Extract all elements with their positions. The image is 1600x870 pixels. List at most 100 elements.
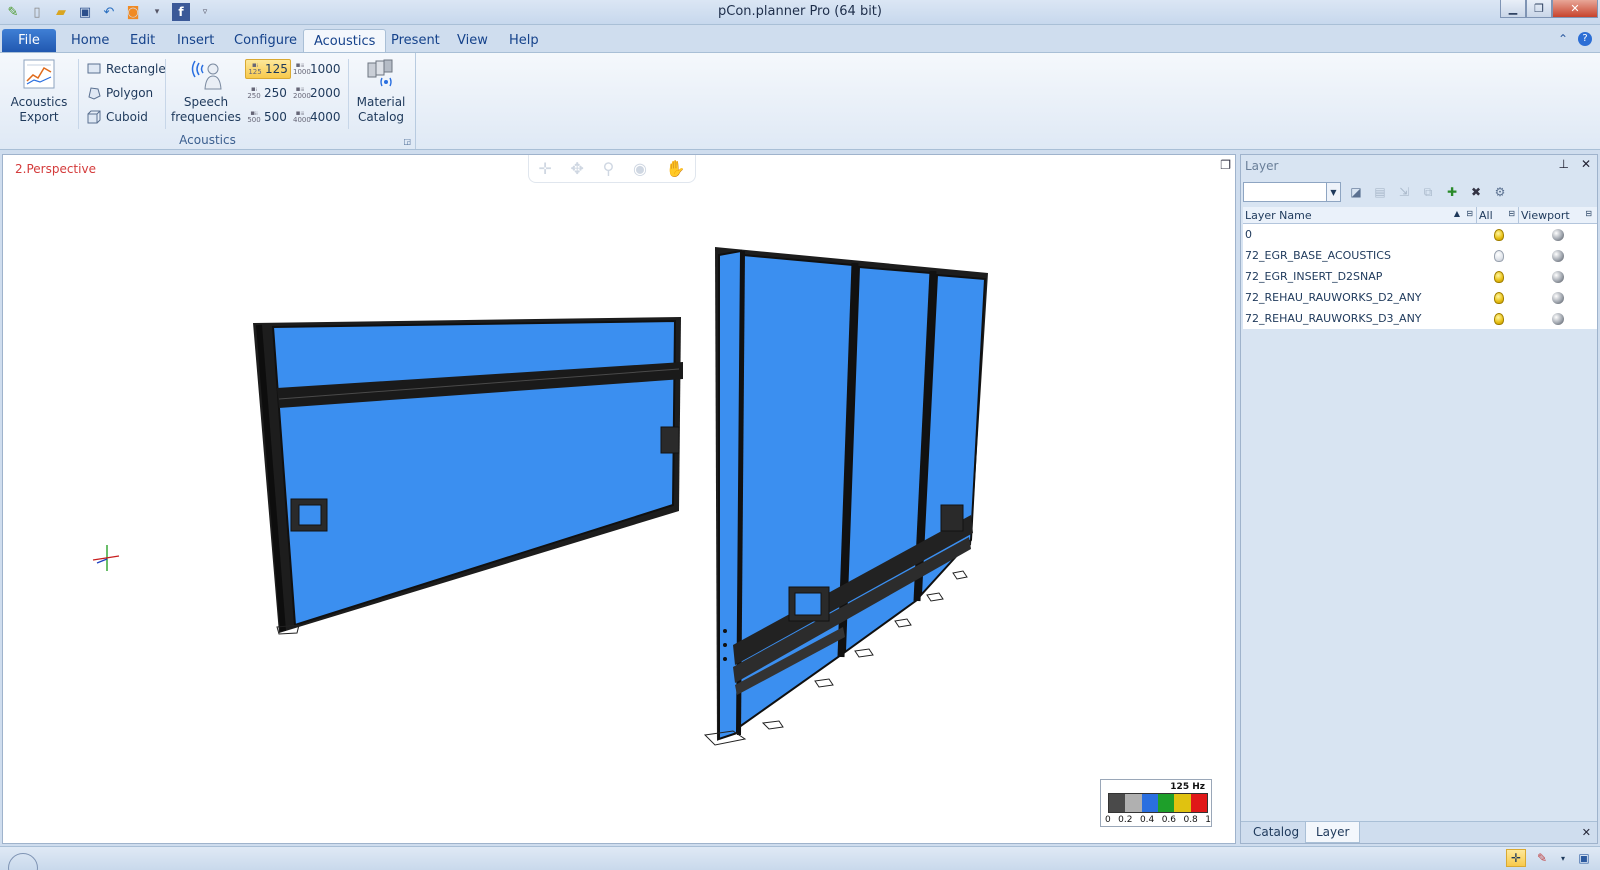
- speech-frequencies-button[interactable]: Speech frequencies: [170, 57, 242, 125]
- minimize-button[interactable]: ▁: [1500, 0, 1526, 18]
- visibility-sphere-icon[interactable]: [1552, 270, 1564, 283]
- tab-layer[interactable]: Layer: [1305, 822, 1361, 843]
- lightbulb-on-icon[interactable]: [1494, 270, 1504, 283]
- column-menu-icon[interactable]: ⊟: [1466, 209, 1473, 218]
- legend-tick: 0.4: [1139, 815, 1155, 825]
- speech-person-icon: [189, 57, 223, 91]
- group-label-acoustics: Acoustics: [179, 133, 236, 147]
- layer-row[interactable]: 72_EGR_INSERT_D2SNAP: [1243, 266, 1597, 287]
- sort-asc-icon: ▲: [1453, 209, 1460, 218]
- help-icon[interactable]: ?: [1578, 32, 1592, 46]
- material-catalog-button[interactable]: Material Catalog: [352, 57, 410, 125]
- column-layer-name[interactable]: Layer Name ▲ ⊟: [1243, 207, 1477, 223]
- minimize-ribbon-icon[interactable]: ⌃: [1558, 32, 1568, 46]
- tab-catalog[interactable]: Catalog: [1243, 822, 1309, 843]
- rectangle-label: Rectangle: [106, 62, 166, 76]
- chevron-down-icon[interactable]: ▾: [1558, 849, 1568, 867]
- lightbulb-on-icon[interactable]: [1494, 312, 1504, 325]
- ribbon-tabs: File Home Edit Insert Configure Acoustic…: [0, 26, 1600, 52]
- frequency-legend: 125 Hz 0 0.2 0.4 0.6 0.8 1: [1100, 779, 1212, 827]
- legend-segment: [1125, 794, 1142, 812]
- delete-layer-icon[interactable]: ✖: [1467, 183, 1485, 201]
- rectangle-button[interactable]: Rectangle: [86, 59, 166, 79]
- tab-home[interactable]: Home: [61, 29, 119, 52]
- freq-500-button[interactable]: ▪ᵢᵢ 500 500: [245, 107, 289, 127]
- column-menu-icon[interactable]: ⊟: [1508, 209, 1515, 218]
- freq-500-label: 500: [264, 110, 287, 124]
- filter-icon[interactable]: ◪: [1347, 183, 1365, 201]
- column-all-label: All: [1479, 209, 1493, 222]
- layer-name: 0: [1245, 228, 1252, 241]
- lightbulb-on-icon[interactable]: [1494, 228, 1504, 241]
- visibility-sphere-icon[interactable]: [1552, 312, 1564, 325]
- column-viewport[interactable]: Viewport ⊟: [1519, 207, 1595, 223]
- freq-4000-button[interactable]: ▪ᵢᵢᵢ 4000 4000: [291, 107, 343, 127]
- layer-name: 72_EGR_BASE_ACOUSTICS: [1245, 249, 1391, 262]
- layer-properties-icon[interactable]: ▤: [1371, 183, 1389, 201]
- acoustics-export-button[interactable]: Acoustics Export: [6, 57, 72, 125]
- snap-icon[interactable]: ✛: [1506, 849, 1526, 867]
- status-bar: ✛ ✎ ▾ ▣: [0, 846, 1600, 870]
- pin-icon[interactable]: ⊥: [1558, 157, 1568, 171]
- speech-label-1: Speech: [183, 95, 229, 109]
- acoustic-panel-left[interactable]: [253, 317, 683, 635]
- separator: [165, 59, 166, 129]
- new-layer-icon[interactable]: ✚: [1443, 183, 1461, 201]
- lightbulb-off-icon[interactable]: [1494, 249, 1504, 262]
- polygon-button[interactable]: Polygon: [86, 83, 153, 103]
- visibility-sphere-icon[interactable]: [1552, 249, 1564, 262]
- dialog-launcher-icon[interactable]: ◲: [403, 137, 411, 146]
- 3d-viewport[interactable]: 2.Perspective ✛ ✥ ⚲ ◉ ✋ ❐ 125 Hz 0 0.2 0…: [2, 154, 1236, 844]
- fullscreen-icon[interactable]: ▣: [1574, 849, 1594, 867]
- column-all[interactable]: All ⊟: [1477, 207, 1519, 223]
- tab-edit[interactable]: Edit: [120, 29, 165, 52]
- tab-help[interactable]: Help: [499, 29, 549, 52]
- polygon-icon: [86, 85, 102, 101]
- layer-name: 72_EGR_INSERT_D2SNAP: [1245, 270, 1383, 283]
- legend-segment: [1190, 794, 1207, 812]
- window-title: pCon.planner Pro (64 bit): [718, 4, 882, 19]
- layer-row[interactable]: 0: [1243, 224, 1597, 245]
- ribbon-panel: Acoustics Export Rectangle Polygon Cuboi…: [0, 52, 1600, 150]
- freq-125-button[interactable]: ▪ᵢ 125 125: [245, 59, 291, 79]
- visibility-sphere-icon[interactable]: [1552, 291, 1564, 304]
- layer-states-icon[interactable]: ⧉: [1419, 183, 1437, 201]
- acoustics-group: Acoustics Export Rectangle Polygon Cuboi…: [0, 53, 416, 149]
- freq-2000-icon: ▪ᵢᵢᵢ 2000: [293, 85, 311, 100]
- freq-250-button[interactable]: ▪ᵢ 250 250: [245, 83, 289, 103]
- close-button[interactable]: ✕: [1552, 0, 1598, 18]
- column-viewport-label: Viewport: [1521, 209, 1570, 222]
- layer-filter-input[interactable]: [1243, 182, 1327, 202]
- draw-tool-icon[interactable]: ✎: [1532, 849, 1552, 867]
- column-menu-icon[interactable]: ⊟: [1585, 209, 1592, 218]
- layer-name: 72_REHAU_RAUWORKS_D2_ANY: [1245, 291, 1422, 304]
- tab-acoustics[interactable]: Acoustics: [303, 29, 387, 52]
- panel-bottom-tabs: Catalog Layer ✕: [1241, 821, 1597, 843]
- close-icon[interactable]: ✕: [1582, 826, 1591, 839]
- tab-insert[interactable]: Insert: [167, 29, 224, 52]
- visibility-sphere-icon[interactable]: [1552, 228, 1564, 241]
- layer-settings-icon[interactable]: ⚙: [1491, 183, 1509, 201]
- freq-2000-button[interactable]: ▪ᵢᵢᵢ 2000 2000: [291, 83, 343, 103]
- cuboid-button[interactable]: Cuboid: [86, 107, 148, 127]
- tab-configure[interactable]: Configure: [224, 29, 307, 52]
- maximize-button[interactable]: ❐: [1526, 0, 1552, 18]
- lightbulb-on-icon[interactable]: [1494, 291, 1504, 304]
- freq-1000-button[interactable]: ▪ᵢᵢᵢ 1000 1000: [291, 59, 343, 79]
- material-catalog-label-1: Material: [356, 95, 406, 109]
- chevron-down-icon[interactable]: ▼: [1327, 182, 1341, 202]
- material-catalog-icon: [364, 57, 398, 91]
- axis-gizmo: [92, 545, 120, 571]
- freq-1000-label: 1000: [310, 62, 341, 76]
- layer-filter-combo[interactable]: ▼: [1243, 182, 1341, 202]
- close-icon[interactable]: ✕: [1581, 157, 1591, 171]
- tab-file[interactable]: File: [2, 29, 56, 52]
- layer-row[interactable]: 72_REHAU_RAUWORKS_D2_ANY: [1243, 287, 1597, 308]
- layer-row[interactable]: 72_REHAU_RAUWORKS_D3_ANY: [1243, 308, 1597, 329]
- move-to-layer-icon[interactable]: ⇲: [1395, 183, 1413, 201]
- tab-present[interactable]: Present: [381, 29, 450, 52]
- acoustic-panel-right[interactable]: [703, 247, 988, 746]
- layer-row[interactable]: 72_EGR_BASE_ACOUSTICS: [1243, 245, 1597, 266]
- tab-view[interactable]: View: [447, 29, 498, 52]
- freq-125-icon: ▪ᵢ 125: [248, 61, 262, 76]
